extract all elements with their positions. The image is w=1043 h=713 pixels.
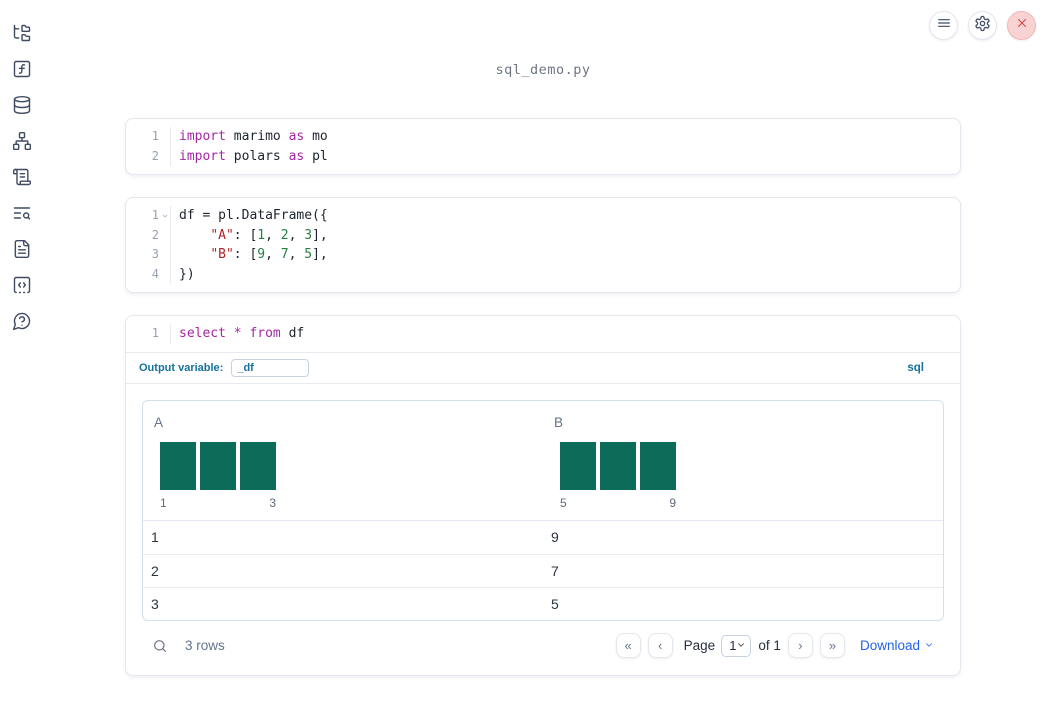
histogram-bar	[600, 441, 636, 490]
histogram-bar	[240, 441, 276, 490]
cell-value: 7	[551, 562, 559, 579]
sidebar	[0, 0, 44, 713]
sidebar-item-file-explorer[interactable]	[12, 23, 32, 43]
code-cell-imports: 1 import marimo as mo 2 import polars as…	[125, 118, 961, 175]
code-line: 1 select * from df	[126, 324, 960, 344]
line-number: 1	[151, 208, 159, 222]
output-variable-label: Output variable:	[139, 361, 224, 374]
notebook-filename[interactable]: sql_demo.py	[125, 62, 961, 78]
sidebar-item-snippets[interactable]	[12, 275, 32, 295]
row-count: 3 rows	[185, 638, 225, 653]
line-number: 1	[151, 326, 159, 340]
histogram-b	[560, 441, 943, 490]
sidebar-item-dependency-graph[interactable]	[12, 131, 32, 151]
notebook-main: sql_demo.py 1 import marimo as mo 2 impo…	[125, 0, 961, 676]
settings-button[interactable]	[968, 11, 997, 40]
file-tree-icon	[12, 24, 32, 47]
histogram-bar	[560, 441, 596, 490]
code-line: 4 })	[126, 265, 960, 285]
chevron-down-icon	[736, 638, 746, 653]
line-number: 4	[151, 266, 159, 281]
hist-max-label: 9	[669, 495, 676, 510]
hist-min-label: 5	[560, 495, 567, 510]
text-search-icon	[12, 207, 32, 227]
code-cell-dataframe: 1 df = pl.DataFrame({ 2 "A": [1, 2, 3], …	[125, 197, 961, 293]
table-row: 2 7	[143, 553, 943, 587]
code-line: 1 import marimo as mo	[126, 127, 960, 147]
histogram-bar	[160, 441, 196, 490]
sidebar-item-variables[interactable]	[12, 59, 32, 79]
page-of-label: of 1	[758, 638, 781, 653]
code-editor[interactable]: 1 import marimo as mo 2 import polars as…	[126, 119, 960, 174]
cell-value: 1	[151, 529, 159, 545]
last-page-button[interactable]: »	[819, 633, 845, 658]
sidebar-item-data-sources[interactable]	[12, 95, 32, 115]
output-variable-row: Output variable: sql	[126, 351, 960, 383]
chevrons-left-icon: «	[624, 638, 632, 653]
line-number: 2	[151, 148, 159, 163]
column-label: B	[554, 414, 564, 430]
column-label: A	[154, 414, 164, 430]
help-bubble-icon	[12, 312, 32, 335]
cell-output: A 1 3 B 5 9 1 9 2 7 3 5 3 rows « ‹ Page …	[126, 382, 960, 675]
sql-cell: 1 select * from df Output variable: sql …	[125, 315, 961, 676]
histogram-bar	[200, 441, 236, 490]
page-select[interactable]: 1	[721, 634, 752, 657]
chevron-left-icon: ‹	[657, 638, 663, 653]
histogram-a	[160, 441, 543, 490]
fold-chevron-icon[interactable]	[159, 212, 170, 220]
function-square-icon	[12, 60, 32, 83]
cell-value: 3	[151, 595, 159, 612]
sidebar-item-logs[interactable]	[12, 167, 32, 187]
sidebar-item-outline-search[interactable]	[12, 203, 32, 223]
histogram-bar	[640, 441, 676, 490]
hist-min-label: 1	[160, 495, 167, 510]
prev-page-button[interactable]: ‹	[647, 633, 673, 658]
cell-value: 5	[551, 595, 559, 612]
search-icon[interactable]	[152, 638, 168, 654]
code-editor[interactable]: 1 df = pl.DataFrame({ 2 "A": [1, 2, 3], …	[126, 198, 960, 292]
column-header-b[interactable]: B 5 9	[543, 401, 943, 520]
sidebar-item-help[interactable]	[12, 311, 32, 331]
table-header: A 1 3 B 5 9	[143, 401, 943, 521]
line-number: 1	[151, 129, 159, 143]
network-icon	[12, 131, 32, 155]
database-icon	[12, 95, 32, 119]
code-square-icon	[12, 276, 32, 299]
first-page-button[interactable]: «	[615, 633, 641, 658]
table-row: 3 5	[143, 586, 943, 620]
dataframe-table: A 1 3 B 5 9 1 9 2 7 3 5	[142, 399, 944, 621]
column-header-a[interactable]: A 1 3	[143, 401, 543, 520]
hist-max-label: 3	[269, 495, 276, 510]
table-row: 1 9	[143, 521, 943, 554]
line-number: 2	[151, 227, 159, 242]
code-line: 2 import polars as pl	[126, 147, 960, 167]
close-x-icon	[1015, 16, 1029, 35]
code-line: 3 "B": [9, 7, 5],	[126, 245, 960, 265]
page-label: Page	[683, 638, 716, 653]
next-page-button[interactable]: ›	[787, 633, 813, 658]
cell-value: 2	[151, 562, 159, 579]
chevrons-right-icon: »	[828, 638, 837, 653]
code-line: 1 df = pl.DataFrame({	[126, 206, 960, 226]
scroll-text-icon	[12, 168, 32, 191]
language-badge[interactable]: sql	[907, 362, 924, 374]
line-number: 3	[151, 247, 159, 261]
gear-icon	[974, 15, 991, 37]
output-variable-input[interactable]	[231, 358, 310, 377]
sql-editor[interactable]: 1 select * from df	[126, 316, 960, 352]
sidebar-item-documentation[interactable]	[12, 239, 32, 259]
cell-value: 9	[551, 529, 559, 545]
shutdown-button[interactable]	[1007, 11, 1036, 40]
chevron-down-icon	[924, 638, 934, 653]
code-line: 2 "A": [1, 2, 3],	[126, 226, 960, 246]
table-footer: 3 rows « ‹ Page 1 of 1 › » Download	[142, 630, 944, 662]
download-button[interactable]: Download	[860, 638, 934, 653]
file-text-icon	[12, 239, 32, 263]
chevron-right-icon: ›	[798, 638, 803, 653]
